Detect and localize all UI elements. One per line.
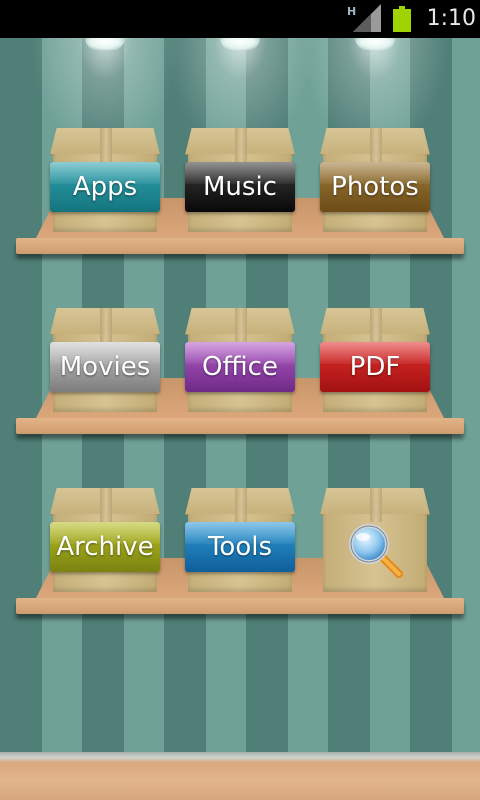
box-label: Office (185, 342, 295, 392)
box-tape (100, 128, 112, 162)
box-label: PDF (320, 342, 430, 392)
folder-box-apps[interactable]: Apps (50, 128, 160, 232)
box-label: Tools (185, 522, 295, 572)
signal-icon: H (347, 4, 381, 32)
status-bar-clock: 1:10 (426, 6, 476, 31)
box-tape (235, 128, 247, 162)
folder-box-music[interactable]: Music (185, 128, 295, 232)
box-tape (370, 308, 382, 342)
shelf-edge (16, 238, 464, 254)
box-label: Photos (320, 162, 430, 212)
search-box-button[interactable] (320, 488, 430, 592)
search-icon (349, 524, 403, 578)
box-tape (370, 488, 382, 522)
box-tape (235, 308, 247, 342)
shelf-edge (16, 598, 464, 614)
folder-box-archive[interactable]: Archive (50, 488, 160, 592)
ceiling-lamp (85, 38, 125, 50)
shelf-edge (16, 418, 464, 434)
ceiling-lamp (220, 38, 260, 50)
home-screen: H 1:10 Apps Music Photos Movies Office P… (0, 0, 480, 800)
folder-box-tools[interactable]: Tools (185, 488, 295, 592)
box-label: Apps (50, 162, 160, 212)
box-tape (100, 308, 112, 342)
box-label: Archive (50, 522, 160, 572)
folder-box-pdf[interactable]: PDF (320, 308, 430, 412)
ceiling-lamp (355, 38, 395, 50)
network-type-label: H (347, 5, 356, 18)
battery-icon (393, 6, 411, 32)
box-label: Music (185, 162, 295, 212)
folder-box-movies[interactable]: Movies (50, 308, 160, 412)
status-bar: H 1:10 (0, 0, 480, 38)
box-label: Movies (50, 342, 160, 392)
folder-box-photos[interactable]: Photos (320, 128, 430, 232)
box-tape (370, 128, 382, 162)
box-tape (235, 488, 247, 522)
box-tape (100, 488, 112, 522)
folder-box-office[interactable]: Office (185, 308, 295, 412)
floor (0, 752, 480, 800)
